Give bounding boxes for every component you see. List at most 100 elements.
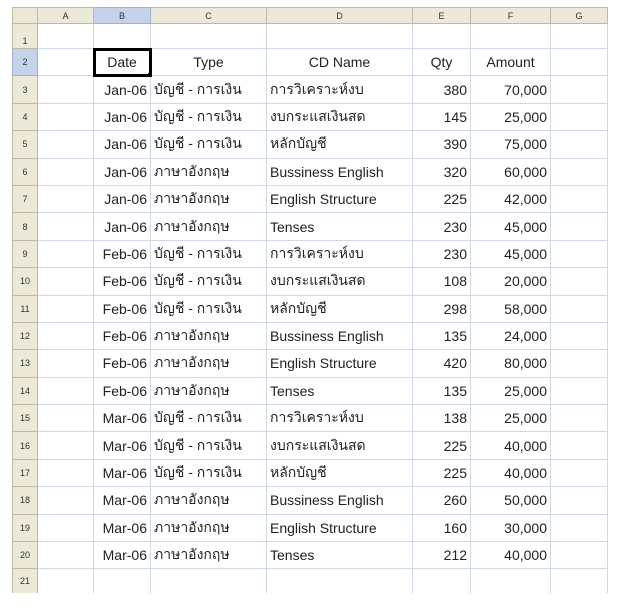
qty-cell[interactable]: 212	[412, 541, 471, 570]
cell[interactable]	[550, 486, 608, 515]
amount-cell[interactable]: 70,000	[470, 75, 551, 104]
cd-name-cell[interactable]: English Structure	[266, 513, 413, 543]
cd-name-cell[interactable]: งบกระแสเงินสด	[266, 267, 413, 296]
cd-name-cell[interactable]: Tenses	[266, 376, 413, 406]
type-cell[interactable]: ภาษาอังกฤษ	[150, 513, 267, 543]
row-header[interactable]: 12	[12, 321, 38, 351]
qty-cell[interactable]: 260	[412, 486, 471, 515]
type-cell[interactable]: ภาษาอังกฤษ	[150, 157, 267, 186]
amount-cell[interactable]: 75,000	[470, 130, 551, 159]
amount-cell[interactable]: 80,000	[470, 349, 551, 378]
type-cell[interactable]: ภาษาอังกฤษ	[150, 212, 267, 241]
amount-cell[interactable]: 20,000	[470, 267, 551, 296]
amount-cell[interactable]: 50,000	[470, 486, 551, 515]
type-cell[interactable]: บัญชี - การเงิน	[150, 458, 267, 488]
amount-cell[interactable]: 45,000	[470, 212, 551, 241]
cell[interactable]	[550, 404, 608, 433]
qty-cell[interactable]: 420	[412, 349, 471, 378]
qty-cell[interactable]: 390	[412, 130, 471, 159]
cell[interactable]	[37, 47, 94, 77]
cd-name-cell[interactable]: งบกระแสเงินสด	[266, 102, 413, 132]
cell[interactable]	[550, 239, 608, 269]
cell[interactable]	[37, 267, 94, 296]
cell[interactable]	[37, 75, 94, 104]
row-header[interactable]: 17	[12, 458, 38, 488]
type-cell[interactable]: ภาษาอังกฤษ	[150, 541, 267, 570]
cell[interactable]	[37, 239, 94, 269]
cell[interactable]	[37, 568, 94, 593]
cell[interactable]	[37, 486, 94, 515]
qty-cell[interactable]: 135	[412, 376, 471, 406]
cd-name-cell[interactable]: Bussiness English	[266, 321, 413, 351]
type-cell[interactable]: บัญชี - การเงิน	[150, 239, 267, 269]
cell[interactable]	[37, 404, 94, 433]
cd-name-cell[interactable]: หลักบัญชี	[266, 130, 413, 159]
row-header[interactable]: 2	[12, 47, 38, 77]
cd-name-header-cell[interactable]: CD Name	[266, 47, 413, 77]
cell[interactable]	[266, 568, 413, 593]
row-header[interactable]: 6	[12, 157, 38, 186]
qty-header-cell[interactable]: Qty	[412, 47, 471, 77]
column-header-a[interactable]: A	[37, 7, 94, 24]
type-cell[interactable]: บัญชี - การเงิน	[150, 267, 267, 296]
cd-name-cell[interactable]: งบกระแสเงินสด	[266, 431, 413, 460]
type-cell[interactable]: บัญชี - การเงิน	[150, 130, 267, 159]
type-cell[interactable]: ภาษาอังกฤษ	[150, 486, 267, 515]
date-cell[interactable]: Mar-06	[93, 486, 151, 515]
qty-cell[interactable]: 135	[412, 321, 471, 351]
qty-cell[interactable]: 138	[412, 404, 471, 433]
date-cell[interactable]: Jan-06	[93, 184, 151, 214]
amount-cell[interactable]: 25,000	[470, 404, 551, 433]
amount-cell[interactable]: 40,000	[470, 458, 551, 488]
row-header[interactable]: 4	[12, 102, 38, 132]
date-cell[interactable]: Feb-06	[93, 239, 151, 269]
qty-cell[interactable]: 225	[412, 458, 471, 488]
amount-header-cell[interactable]: Amount	[470, 47, 551, 77]
cell[interactable]	[550, 541, 608, 570]
date-cell[interactable]: Jan-06	[93, 212, 151, 241]
amount-cell[interactable]: 24,000	[470, 321, 551, 351]
cell[interactable]	[37, 458, 94, 488]
amount-cell[interactable]: 25,000	[470, 102, 551, 132]
cell[interactable]	[550, 212, 608, 241]
row-header[interactable]: 18	[12, 486, 38, 515]
cell[interactable]	[93, 23, 151, 49]
amount-cell[interactable]: 40,000	[470, 541, 551, 570]
date-cell[interactable]: Mar-06	[93, 541, 151, 570]
column-header-d[interactable]: D	[266, 7, 413, 24]
cd-name-cell[interactable]: การวิเคราะห์งบ	[266, 75, 413, 104]
row-header[interactable]: 21	[12, 568, 38, 593]
cell[interactable]	[550, 157, 608, 186]
cell[interactable]	[470, 23, 551, 49]
cd-name-cell[interactable]: หลักบัญชี	[266, 458, 413, 488]
date-cell[interactable]: Feb-06	[93, 267, 151, 296]
cell[interactable]	[37, 23, 94, 49]
cell[interactable]	[412, 23, 471, 49]
type-cell[interactable]: บัญชี - การเงิน	[150, 102, 267, 132]
qty-cell[interactable]: 160	[412, 513, 471, 543]
cell[interactable]	[550, 130, 608, 159]
type-cell[interactable]: ภาษาอังกฤษ	[150, 376, 267, 406]
cell[interactable]	[37, 184, 94, 214]
column-header-e[interactable]: E	[412, 7, 471, 24]
cd-name-cell[interactable]: การวิเคราะห์งบ	[266, 404, 413, 433]
type-cell[interactable]: บัญชี - การเงิน	[150, 431, 267, 460]
row-header[interactable]: 20	[12, 541, 38, 570]
cell[interactable]	[550, 294, 608, 323]
select-all-corner[interactable]	[12, 7, 38, 24]
cell[interactable]	[93, 568, 151, 593]
cell[interactable]	[550, 349, 608, 378]
cell[interactable]	[150, 23, 267, 49]
cd-name-cell[interactable]: หลักบัญชี	[266, 294, 413, 323]
cell[interactable]	[412, 568, 471, 593]
cell[interactable]	[37, 102, 94, 132]
cd-name-cell[interactable]: Tenses	[266, 212, 413, 241]
amount-cell[interactable]: 30,000	[470, 513, 551, 543]
cell[interactable]	[550, 431, 608, 460]
cell[interactable]	[37, 431, 94, 460]
amount-cell[interactable]: 40,000	[470, 431, 551, 460]
cell[interactable]	[550, 568, 608, 593]
date-cell[interactable]: Jan-06	[93, 157, 151, 186]
cell[interactable]	[37, 294, 94, 323]
amount-cell[interactable]: 45,000	[470, 239, 551, 269]
